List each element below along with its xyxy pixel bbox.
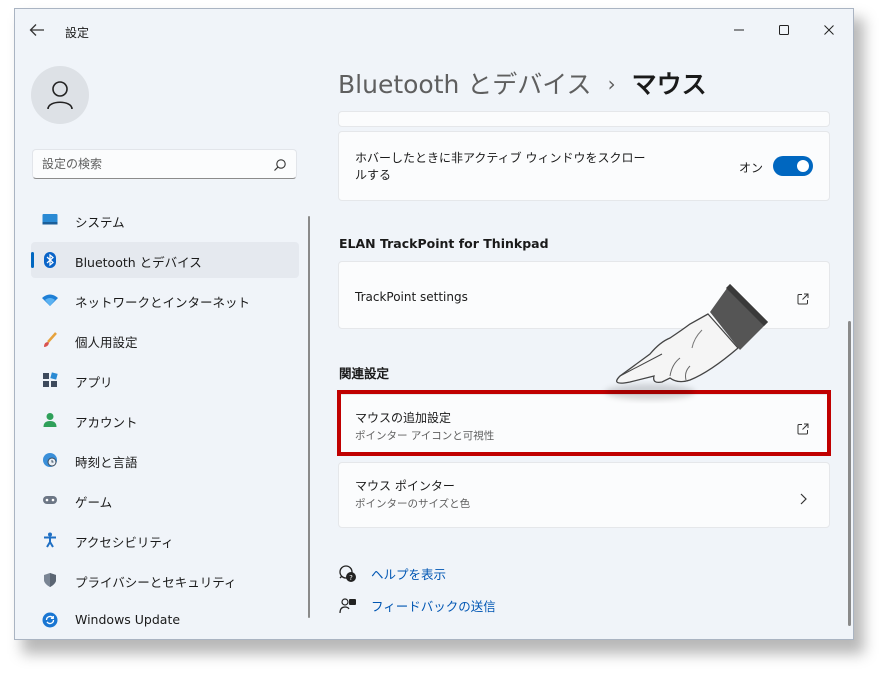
hover-scroll-toggle[interactable]	[773, 156, 813, 176]
shield-icon	[42, 572, 58, 588]
close-button[interactable]	[812, 16, 846, 44]
system-display-icon	[42, 212, 58, 228]
sidebar-item-label: Bluetooth とデバイス	[75, 255, 202, 270]
title-bar: 設定	[15, 9, 853, 51]
page-title: マウス	[631, 70, 707, 99]
sidebar-item-personalization[interactable]: 個人用設定	[31, 322, 299, 358]
active-indicator	[31, 252, 34, 268]
section-title-related: 関連設定	[339, 366, 390, 381]
breadcrumb: Bluetooth とデバイス › マウス	[338, 65, 707, 101]
mouse-pointer-card[interactable]: マウス ポインター ポインターのサイズと色	[338, 462, 830, 528]
sidebar-item-network[interactable]: ネットワークとインターネット	[31, 282, 299, 318]
user-icon	[47, 81, 73, 110]
minimize-icon	[734, 29, 744, 31]
trackpoint-settings-label: TrackPoint settings	[355, 290, 468, 304]
search-icon	[273, 157, 287, 176]
breadcrumb-parent[interactable]: Bluetooth とデバイス	[338, 70, 592, 99]
svg-text:?: ?	[349, 574, 353, 582]
sidebar-item-gaming[interactable]: ゲーム	[31, 482, 299, 518]
sidebar-item-windows-update[interactable]: Windows Update	[31, 602, 299, 638]
external-link-icon	[797, 290, 809, 309]
sidebar-item-label: アクセシビリティ	[75, 535, 174, 550]
pointing-hand-icon	[605, 284, 768, 400]
maximize-icon	[779, 25, 789, 35]
close-icon	[824, 25, 834, 35]
help-icon: ?	[339, 564, 357, 583]
sidebar-item-label: 個人用設定	[75, 335, 138, 350]
feedback-link[interactable]: フィードバックの送信	[339, 596, 496, 615]
search-box[interactable]	[32, 149, 297, 179]
avatar[interactable]	[31, 66, 89, 124]
bluetooth-icon	[42, 252, 58, 268]
sidebar-item-label: アプリ	[75, 375, 113, 390]
update-icon	[42, 612, 58, 628]
account-icon	[42, 412, 58, 428]
sidebar-item-time-language[interactable]: 時刻と言語	[31, 442, 299, 478]
apps-icon	[42, 372, 58, 388]
sidebar-item-accounts[interactable]: アカウント	[31, 402, 299, 438]
sidebar-nav: システム Bluetooth とデバイス ネットワークとインターネット 個人用設…	[31, 202, 299, 639]
content-scrollbar[interactable]	[848, 321, 851, 626]
sidebar-item-apps[interactable]: アプリ	[31, 362, 299, 398]
help-link-label: ヘルプを表示	[371, 567, 447, 582]
globe-clock-icon	[42, 452, 58, 468]
setting-label: ホバーしたときに非アクティブ ウィンドウをスクロールする	[355, 151, 646, 182]
sidebar-scrollbar[interactable]	[308, 216, 310, 618]
sidebar-item-label: プライバシーとセキュリティ	[75, 575, 237, 590]
wifi-icon	[42, 292, 58, 308]
feedback-icon	[339, 597, 357, 615]
feedback-link-label: フィードバックの送信	[371, 599, 496, 614]
mouse-pointer-subtitle: ポインターのサイズと色	[355, 498, 471, 510]
toggle-state-label: オン	[739, 161, 764, 175]
app-title: 設定	[65, 26, 90, 40]
sidebar-item-label: アカウント	[75, 415, 138, 430]
accessibility-icon	[42, 532, 58, 548]
section-title-elan: ELAN TrackPoint for Thinkpad	[339, 236, 549, 251]
maximize-button[interactable]	[767, 16, 801, 44]
hover-scroll-setting: ホバーしたときに非アクティブ ウィンドウをスクロールする オン	[338, 131, 830, 201]
minimize-button[interactable]	[722, 16, 756, 44]
breadcrumb-chevron: ›	[607, 72, 616, 96]
help-link[interactable]: ? ヘルプを表示	[339, 564, 446, 583]
chevron-right-icon	[799, 490, 807, 509]
brush-icon	[42, 332, 58, 348]
sidebar-item-label: システム	[75, 215, 125, 230]
gamepad-icon	[42, 492, 58, 508]
toggle-knob	[797, 160, 809, 172]
sidebar-item-label: Windows Update	[75, 612, 181, 627]
settings-card-partial	[338, 111, 830, 127]
sidebar-item-accessibility[interactable]: アクセシビリティ	[31, 522, 299, 558]
search-input[interactable]	[42, 150, 262, 178]
sidebar-item-label: ネットワークとインターネット	[75, 295, 251, 310]
sidebar-item-label: 時刻と言語	[75, 455, 138, 470]
sidebar-item-system[interactable]: システム	[31, 202, 299, 238]
mouse-pointer-title: マウス ポインター	[355, 479, 455, 493]
sidebar-item-bluetooth[interactable]: Bluetooth とデバイス	[31, 242, 299, 278]
sidebar-item-label: ゲーム	[75, 495, 113, 510]
back-arrow-icon[interactable]	[29, 22, 47, 38]
sidebar-item-privacy[interactable]: プライバシーとセキュリティ	[31, 562, 299, 598]
